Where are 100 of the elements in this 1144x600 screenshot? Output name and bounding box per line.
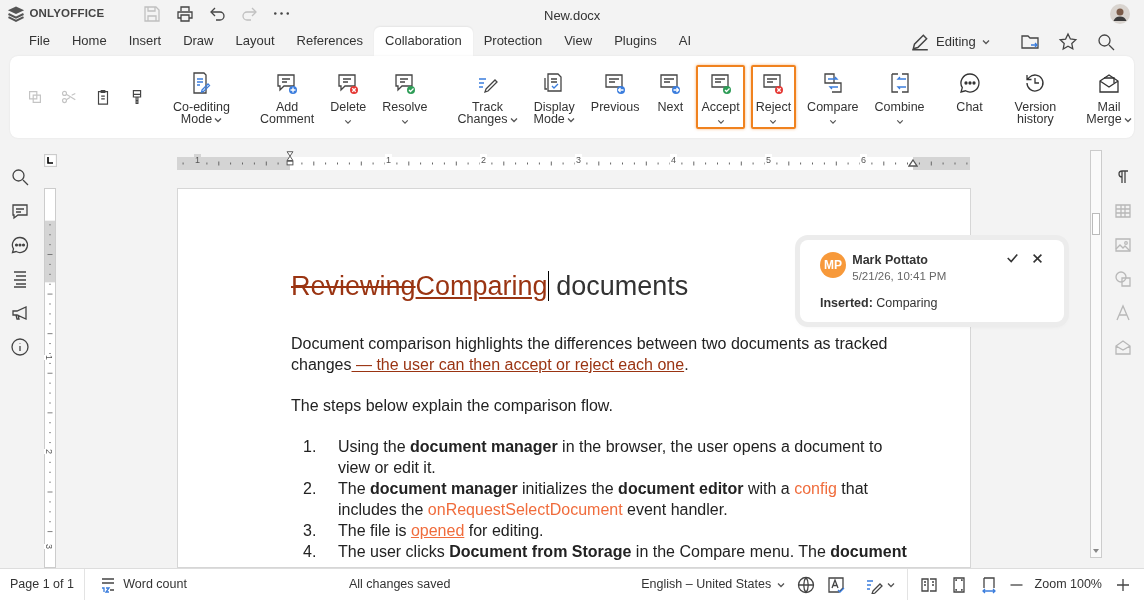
ribbon-tab[interactable]: AI <box>667 27 703 56</box>
caret-icon <box>769 119 778 125</box>
scroll-down-icon[interactable] <box>1093 548 1099 553</box>
ribbon-button[interactable]: Compare <box>802 64 864 129</box>
caret-icon <box>886 581 895 588</box>
ribbon-button[interactable]: Co-editing Mode <box>168 64 235 129</box>
star-icon <box>1058 31 1078 52</box>
list-number: 4. <box>302 542 318 562</box>
ribbon-tab[interactable]: Insert <box>117 27 173 56</box>
ribbon-tab[interactable]: Layout <box>224 27 286 56</box>
ribbon-button[interactable]: Accept <box>696 64 745 129</box>
ribbon-button[interactable]: Reject <box>750 64 797 129</box>
document-title: New.docx <box>544 7 601 25</box>
ruler-number: 1 <box>194 153 201 167</box>
ruler-number: 5 <box>765 153 772 167</box>
search-button[interactable] <box>10 166 30 187</box>
zoom-level[interactable]: Zoom 100% <box>1034 575 1102 594</box>
ribbon-tab[interactable]: References <box>285 27 375 56</box>
caret-icon <box>982 38 990 45</box>
ribbon-tab[interactable]: Plugins <box>603 27 668 56</box>
ribbon-tab[interactable]: Protection <box>472 27 554 56</box>
scrollbar[interactable] <box>1090 149 1102 558</box>
indent-marker-icon[interactable] <box>908 158 918 167</box>
caret-icon <box>777 581 786 588</box>
reject-button[interactable] <box>1031 251 1044 265</box>
ribbon-button[interactable]: Next <box>650 64 691 129</box>
paragraph: Document comparison highlights the differences between two documents as tracked changes — the user can then accept or reject each one. <box>291 334 889 375</box>
user-avatar: MP <box>820 251 846 278</box>
list-item-text: The file is opened for editing. <box>338 521 544 541</box>
horizontal-ruler[interactable]: 1 1 2 3 4 5 6 <box>177 153 970 167</box>
user-avatar-icon[interactable] <box>1110 4 1130 24</box>
caret-icon <box>895 119 904 125</box>
ribbon-tab[interactable]: View <box>553 27 604 56</box>
check-icon <box>1005 251 1019 265</box>
ruler-number: 3 <box>575 153 582 167</box>
scrollbar-thumb[interactable] <box>1092 212 1100 235</box>
ribbon-button[interactable]: Add Comment <box>255 64 320 129</box>
paragraph: The steps below explain the comparison flow. <box>291 396 614 416</box>
book-button[interactable] <box>919 575 938 594</box>
zoom-out-button[interactable] <box>1009 583 1023 586</box>
chat-button[interactable] <box>10 234 30 255</box>
chat-icon <box>10 234 30 255</box>
caret-icon <box>716 119 725 125</box>
word-count-button[interactable]: Word count <box>98 575 187 594</box>
ribbon-button[interactable]: Display Mode <box>528 64 580 129</box>
accept-button[interactable] <box>1005 251 1019 265</box>
list-number: 1. <box>302 437 318 457</box>
close-icon <box>1031 251 1044 265</box>
spellcheck-button[interactable] <box>827 575 846 594</box>
ribbon-button[interactable]: Resolve <box>377 64 433 129</box>
comment-author: Mark Pottato <box>852 251 929 268</box>
ribbon-button[interactable]: Previous <box>585 64 645 129</box>
comment-date: 5/21/26, 10:41 PM <box>852 268 948 284</box>
star-button[interactable] <box>1058 31 1078 52</box>
more-icon <box>274 12 290 16</box>
ribbon-button[interactable]: Delete <box>325 64 372 129</box>
caret-icon <box>1123 116 1132 123</box>
ribbon-button[interactable]: Version history <box>1009 64 1062 129</box>
book-icon <box>919 575 938 594</box>
ribbon-button[interactable]: Mail Merge <box>1081 64 1137 129</box>
save-icon <box>142 3 163 24</box>
list-number: 3. <box>302 521 318 541</box>
comment-text: Inserted: Comparing <box>820 294 939 312</box>
ruler-number: 1 <box>44 355 53 360</box>
vertical-ruler[interactable]: 1 2 3 <box>44 188 56 568</box>
ribbon-tab[interactable]: File <box>18 27 61 56</box>
list-item-text: Using the document manager in the browser, the user opens a document to view or edit it. <box>338 437 884 478</box>
editing-mode-button[interactable]: Editing <box>909 31 990 52</box>
ruler-number: 3 <box>44 544 53 549</box>
shapes-icon <box>1113 268 1133 289</box>
globe-icon <box>797 575 816 594</box>
list-item-text: The user clicks Document from Storage in the Compare menu. The document <box>338 542 907 562</box>
ruler-number: 1 <box>385 153 392 167</box>
print-button[interactable] <box>174 3 195 24</box>
ruler-number: 2 <box>44 449 53 454</box>
ribbon-button[interactable]: Combine <box>869 64 930 129</box>
ribbon-tab[interactable]: Draw <box>172 27 225 56</box>
search-icon <box>1096 31 1116 52</box>
search-button[interactable] <box>1096 31 1116 52</box>
info-button[interactable] <box>10 336 30 357</box>
list-number: 2. <box>302 479 318 499</box>
ruler-number: 4 <box>670 153 677 167</box>
page-counter[interactable]: Page 1 of 1 <box>0 575 84 594</box>
tab-stop-icon[interactable] <box>44 153 57 167</box>
ribbon-tab[interactable]: Collaboration <box>374 27 473 56</box>
ribbon-button[interactable]: Chat <box>949 64 990 129</box>
search-icon <box>10 166 30 187</box>
app-logo: ONLYOFFICE <box>29 6 105 22</box>
pencil-icon <box>909 31 930 52</box>
info-icon <box>10 336 30 357</box>
globe-button[interactable] <box>797 575 816 594</box>
caret-icon <box>400 119 409 125</box>
caret-icon <box>509 116 518 123</box>
save-status: All changes saved <box>348 576 451 594</box>
ribbon-tab[interactable]: Home <box>60 27 118 56</box>
ribbon-button[interactable]: Track Changes <box>452 64 523 129</box>
zoom-out-icon <box>1009 583 1023 586</box>
spellcheck-icon <box>827 575 846 594</box>
language-button[interactable]: English – United States <box>641 575 786 594</box>
caret-icon <box>344 119 353 125</box>
